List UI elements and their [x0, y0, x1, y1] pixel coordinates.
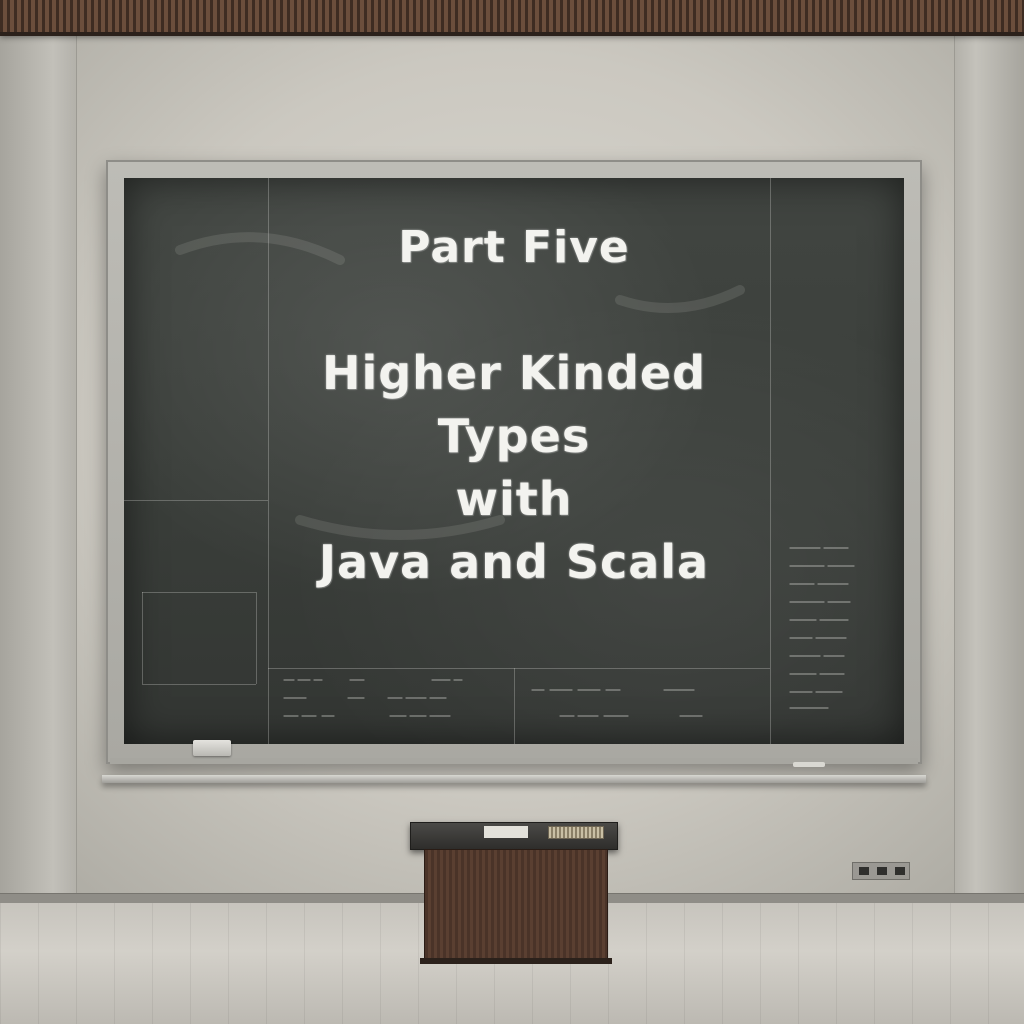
classroom-scene: Part Five Higher Kinded Types with Java … [0, 0, 1024, 1024]
outlet-socket [859, 867, 869, 875]
outlet-socket [895, 867, 905, 875]
eraser [193, 740, 231, 756]
lectern-base [420, 958, 612, 964]
lectern [424, 849, 608, 961]
paper-sheet [484, 826, 528, 838]
wall-outlet [852, 862, 910, 880]
outlet-socket [877, 867, 887, 875]
chalk-tray [102, 775, 926, 783]
chalk-piece [793, 762, 825, 767]
keyboard-device [548, 826, 604, 839]
